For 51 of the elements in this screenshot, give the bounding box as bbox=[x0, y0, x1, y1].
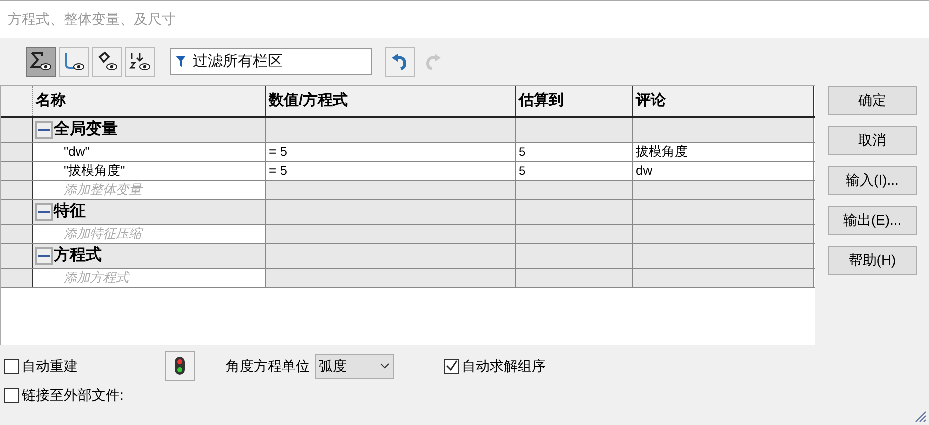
minus-icon bbox=[38, 255, 50, 257]
column-header[interactable]: 数值/方程式 bbox=[266, 86, 516, 116]
unit-dropdown[interactable]: 弧度 bbox=[315, 354, 394, 378]
view-toggle-button[interactable] bbox=[125, 46, 155, 76]
undo-button[interactable] bbox=[385, 46, 415, 76]
row-header-cell[interactable] bbox=[1, 269, 33, 287]
checkbox-label: 自动重建 bbox=[22, 356, 78, 376]
row-header-cell[interactable] bbox=[1, 143, 33, 161]
group-name: 特征 bbox=[54, 202, 86, 222]
group-name: 全局变量 bbox=[54, 119, 118, 140]
row-header-cell[interactable] bbox=[1, 244, 33, 268]
row-header-cell[interactable] bbox=[1, 162, 33, 180]
resize-grip-icon[interactable] bbox=[915, 411, 927, 423]
window-title: 方程式、整体变量、及尺寸 bbox=[8, 10, 176, 29]
view-toggle-button[interactable] bbox=[92, 46, 122, 76]
row-header-cell bbox=[1, 86, 33, 116]
view-toggle-button[interactable] bbox=[59, 46, 89, 76]
collapse-toggle[interactable] bbox=[35, 121, 53, 139]
filter-field[interactable]: 过滤所有栏区 bbox=[170, 48, 372, 75]
sigma-eye-icon bbox=[29, 50, 53, 74]
minus-icon bbox=[38, 129, 50, 131]
dialog-button[interactable]: 输入(I)... bbox=[828, 166, 917, 195]
undo-icon bbox=[391, 54, 409, 70]
dropdown-value: 弧度 bbox=[319, 356, 347, 376]
checkbox[interactable] bbox=[4, 358, 19, 374]
dialog-button[interactable]: 帮助(H) bbox=[828, 246, 917, 275]
redo-icon bbox=[424, 54, 442, 70]
collapse-toggle[interactable] bbox=[35, 247, 53, 265]
row-header-cell[interactable] bbox=[1, 200, 33, 224]
traffic-light-button[interactable] bbox=[165, 351, 195, 381]
checkbox-label: 自动求解组序 bbox=[462, 356, 546, 376]
row-header-cell[interactable] bbox=[1, 118, 33, 142]
dialog-button[interactable]: 取消 bbox=[828, 126, 917, 155]
row-header-cell[interactable] bbox=[1, 181, 33, 199]
view-toggle-button[interactable] bbox=[26, 46, 56, 76]
column-header[interactable]: 评论 bbox=[633, 86, 814, 116]
row-header-cell[interactable] bbox=[1, 225, 33, 243]
traffic-light-icon bbox=[175, 357, 185, 375]
checkbox[interactable] bbox=[4, 388, 19, 402]
checkbox[interactable] bbox=[444, 358, 459, 374]
column-header[interactable]: 名称 bbox=[33, 86, 266, 116]
group-name: 方程式 bbox=[54, 245, 102, 266]
table-cell: 拔模角度 bbox=[633, 143, 814, 161]
dialog-button[interactable]: 确定 bbox=[828, 86, 917, 115]
checkbox-label: 链接至外部文件: bbox=[22, 386, 124, 404]
minus-icon bbox=[38, 211, 50, 213]
dialog-button[interactable]: 输出(E)... bbox=[828, 206, 917, 235]
collapse-toggle[interactable] bbox=[35, 203, 53, 221]
field-label: 角度方程单位 bbox=[226, 356, 310, 376]
chevron-icon bbox=[380, 363, 390, 369]
column-header[interactable]: 估算到 bbox=[516, 86, 633, 116]
